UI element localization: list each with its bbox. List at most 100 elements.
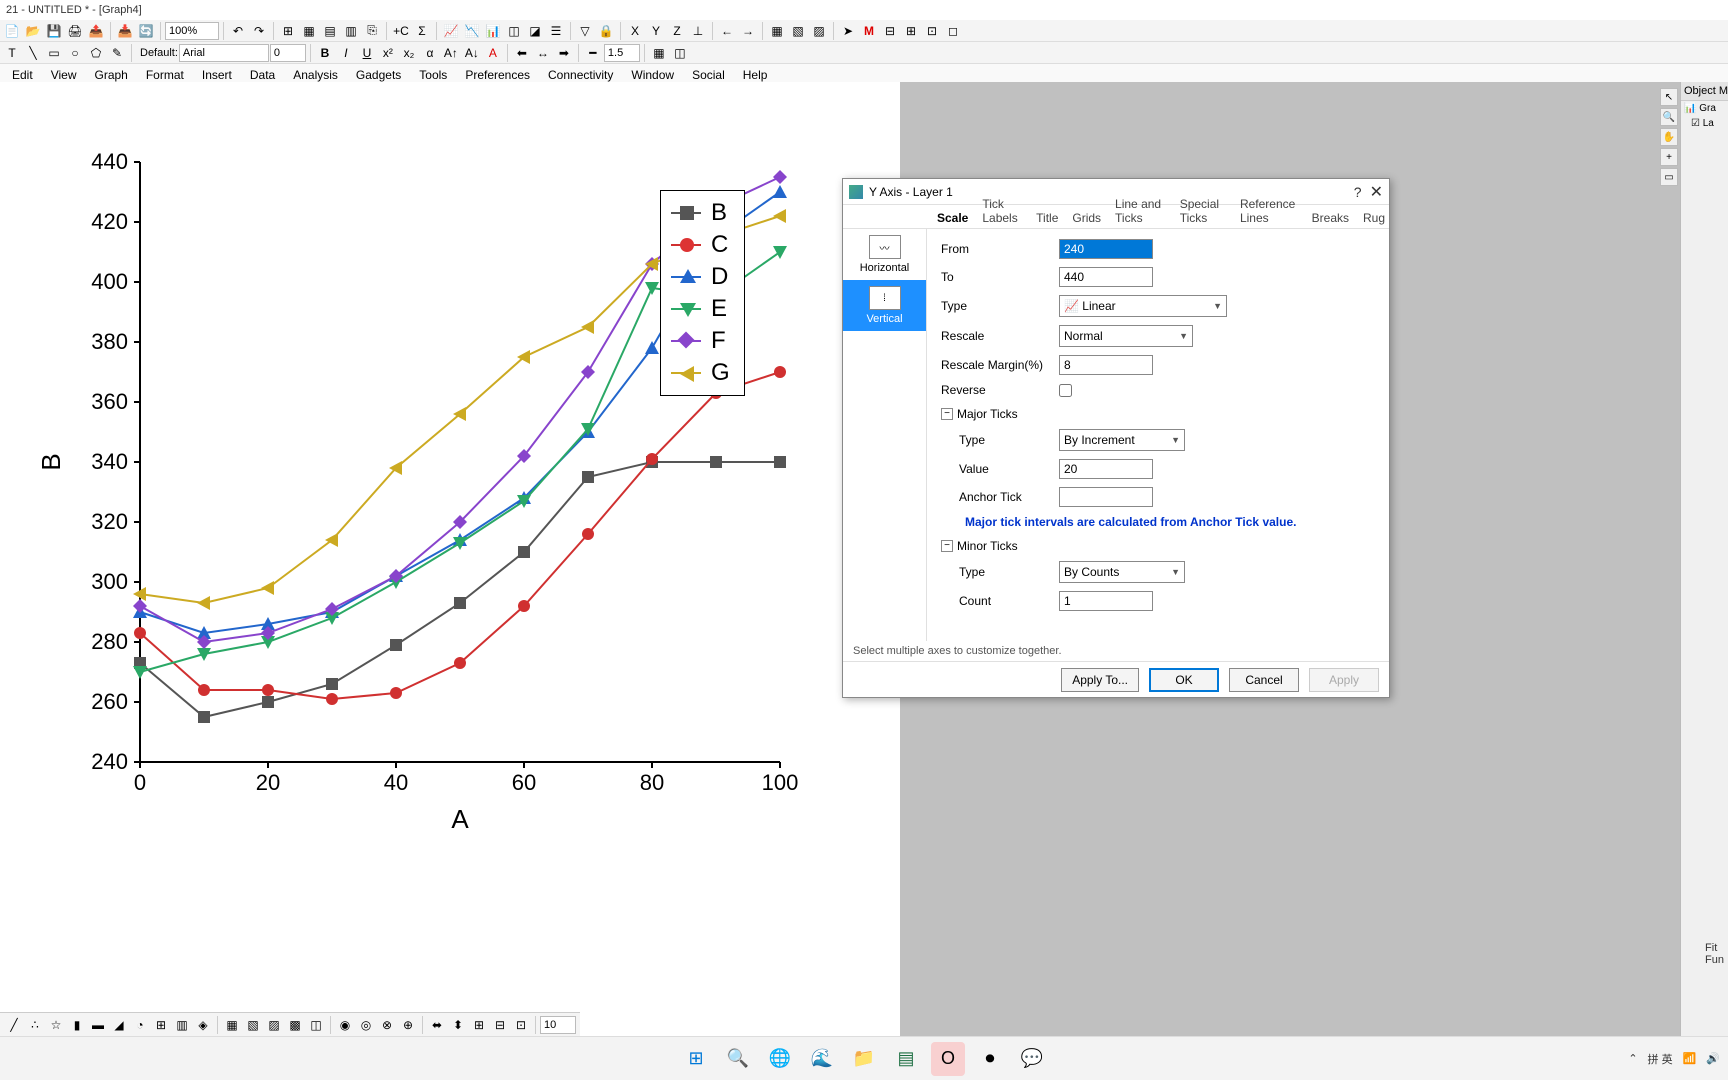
tray-wifi-icon[interactable]: 📶 — [1683, 1052, 1697, 1065]
tab-specialticks[interactable]: Special Ticks — [1176, 194, 1230, 228]
tb-poly-icon[interactable]: ⬠ — [86, 43, 106, 63]
bold-icon[interactable]: B — [315, 43, 335, 63]
menu-help[interactable]: Help — [735, 66, 776, 84]
tb-plot2-icon[interactable]: 📉 — [462, 21, 482, 41]
menu-format[interactable]: Format — [138, 66, 192, 84]
bt-bar-icon[interactable]: ▬ — [88, 1015, 108, 1035]
tab-breaks[interactable]: Breaks — [1308, 208, 1353, 228]
axis-vertical[interactable]: ⁞ Vertical — [843, 280, 926, 331]
tb-arrow-left-icon[interactable]: ← — [717, 21, 737, 41]
italic-icon[interactable]: I — [336, 43, 356, 63]
line-style-icon[interactable]: ━ — [583, 43, 603, 63]
reverse-checkbox[interactable] — [1059, 384, 1072, 397]
sub-icon[interactable]: x₂ — [399, 43, 419, 63]
greek-icon[interactable]: α — [420, 43, 440, 63]
tb-merge-icon[interactable]: ▥ — [341, 21, 361, 41]
fill-icon[interactable]: ▦ — [649, 43, 669, 63]
om-graph-node[interactable]: 📊 Gra — [1681, 101, 1728, 116]
apply-button[interactable]: Apply — [1309, 668, 1379, 692]
tb-t3-icon[interactable]: ⊡ — [922, 21, 942, 41]
color-icon[interactable]: A — [483, 43, 503, 63]
bt-mask1-icon[interactable]: ◉ — [335, 1015, 355, 1035]
applyto-button[interactable]: Apply To... — [1061, 668, 1139, 692]
tb-refresh-icon[interactable]: 🔄 — [136, 21, 156, 41]
menu-edit[interactable]: Edit — [4, 66, 41, 84]
tb-lock-icon[interactable]: 🔒 — [596, 21, 616, 41]
menu-data[interactable]: Data — [242, 66, 283, 84]
axis-horizontal[interactable]: 〰 Horizontal — [843, 229, 926, 280]
shrink-icon[interactable]: A↓ — [462, 43, 482, 63]
anchor-input[interactable] — [1059, 487, 1153, 507]
menu-insert[interactable]: Insert — [194, 66, 240, 84]
bottom-size-input[interactable] — [540, 1016, 576, 1034]
tb-layer-icon[interactable]: ▦ — [299, 21, 319, 41]
bt-line-icon[interactable]: ╱ — [4, 1015, 24, 1035]
align-center-icon[interactable]: ↔ — [533, 43, 553, 63]
vt-arrow-icon[interactable]: ↖ — [1660, 88, 1678, 106]
bt-align4-icon[interactable]: ⊟ — [490, 1015, 510, 1035]
bt-mask4-icon[interactable]: ⊕ — [398, 1015, 418, 1035]
tab-scale[interactable]: Scale — [933, 208, 972, 228]
tb-z-icon[interactable]: Z — [667, 21, 687, 41]
bg-icon[interactable]: ◫ — [670, 43, 690, 63]
tb-new-icon[interactable]: 📄 — [2, 21, 22, 41]
bt-template1-icon[interactable]: ▦ — [222, 1015, 242, 1035]
bt-linesym-icon[interactable]: ☆ — [46, 1015, 66, 1035]
om-layer-node[interactable]: ☑ La — [1681, 116, 1728, 131]
major-ticks-section[interactable]: − Major Ticks — [941, 407, 1375, 421]
tb-grid1-icon[interactable]: ▦ — [767, 21, 787, 41]
tb-freehand-icon[interactable]: ✎ — [107, 43, 127, 63]
bt-hist-icon[interactable]: ▥ — [172, 1015, 192, 1035]
tb-undo-icon[interactable]: ↶ — [228, 21, 248, 41]
bt-template3-icon[interactable]: ▨ — [264, 1015, 284, 1035]
from-input[interactable] — [1059, 239, 1153, 259]
grow-icon[interactable]: A↑ — [441, 43, 461, 63]
tab-grids[interactable]: Grids — [1068, 208, 1105, 228]
tb-open-icon[interactable]: 📂 — [23, 21, 43, 41]
tb-t2-icon[interactable]: ⊞ — [901, 21, 921, 41]
tb-grid2-icon[interactable]: ▧ — [788, 21, 808, 41]
major-value-input[interactable] — [1059, 459, 1153, 479]
help-icon[interactable]: ? — [1354, 184, 1362, 200]
major-type-select[interactable]: By Increment▼ — [1059, 429, 1185, 451]
tb-t1-icon[interactable]: ⊟ — [880, 21, 900, 41]
tb-text-icon[interactable]: T — [2, 43, 22, 63]
bt-mask3-icon[interactable]: ⊗ — [377, 1015, 397, 1035]
tb-export-icon[interactable]: 📤 — [86, 21, 106, 41]
tb-plot4-icon[interactable]: ◫ — [504, 21, 524, 41]
collapse-icon[interactable]: − — [941, 540, 953, 552]
edge-icon[interactable]: 🌊 — [805, 1042, 839, 1076]
bt-template2-icon[interactable]: ▧ — [243, 1015, 263, 1035]
tb-x-icon[interactable]: X — [625, 21, 645, 41]
bt-template5-icon[interactable]: ◫ — [306, 1015, 326, 1035]
margin-input[interactable] — [1059, 355, 1153, 375]
tb-extract-icon[interactable]: ▤ — [320, 21, 340, 41]
tb-duplicate-icon[interactable]: ⎘ — [362, 21, 382, 41]
tb-stats-icon[interactable]: Σ — [412, 21, 432, 41]
bt-align5-icon[interactable]: ⊡ — [511, 1015, 531, 1035]
tab-rug[interactable]: Rug — [1359, 208, 1389, 228]
menu-gadgets[interactable]: Gadgets — [348, 66, 409, 84]
super-icon[interactable]: x² — [378, 43, 398, 63]
bt-template4-icon[interactable]: ▩ — [285, 1015, 305, 1035]
bt-mask2-icon[interactable]: ◎ — [356, 1015, 376, 1035]
tb-oval-icon[interactable]: ○ — [65, 43, 85, 63]
type-select[interactable]: 📈 Linear▼ — [1059, 295, 1227, 317]
minor-ticks-section[interactable]: − Minor Ticks — [941, 539, 1375, 553]
tb-send-icon[interactable]: ➤ — [838, 21, 858, 41]
bt-3d-icon[interactable]: ◈ — [193, 1015, 213, 1035]
align-right-icon[interactable]: ➡ — [554, 43, 574, 63]
explorer-icon[interactable]: 📁 — [847, 1042, 881, 1076]
tb-rect-icon[interactable]: ▭ — [44, 43, 64, 63]
search-icon[interactable]: 🔍 — [721, 1042, 755, 1076]
to-input[interactable] — [1059, 267, 1153, 287]
bt-column-icon[interactable]: ▮ — [67, 1015, 87, 1035]
bt-pie-icon[interactable]: ◔ — [130, 1015, 150, 1035]
minor-count-input[interactable] — [1059, 591, 1153, 611]
close-icon[interactable]: ✕ — [1370, 182, 1383, 202]
vt-region-icon[interactable]: ▭ — [1660, 168, 1678, 186]
vt-zoom-icon[interactable]: 🔍 — [1660, 108, 1678, 126]
tray-volume-icon[interactable]: 🔊 — [1706, 1052, 1720, 1065]
tab-reflines[interactable]: Reference Lines — [1236, 194, 1302, 228]
tb-line-icon[interactable]: ╲ — [23, 43, 43, 63]
